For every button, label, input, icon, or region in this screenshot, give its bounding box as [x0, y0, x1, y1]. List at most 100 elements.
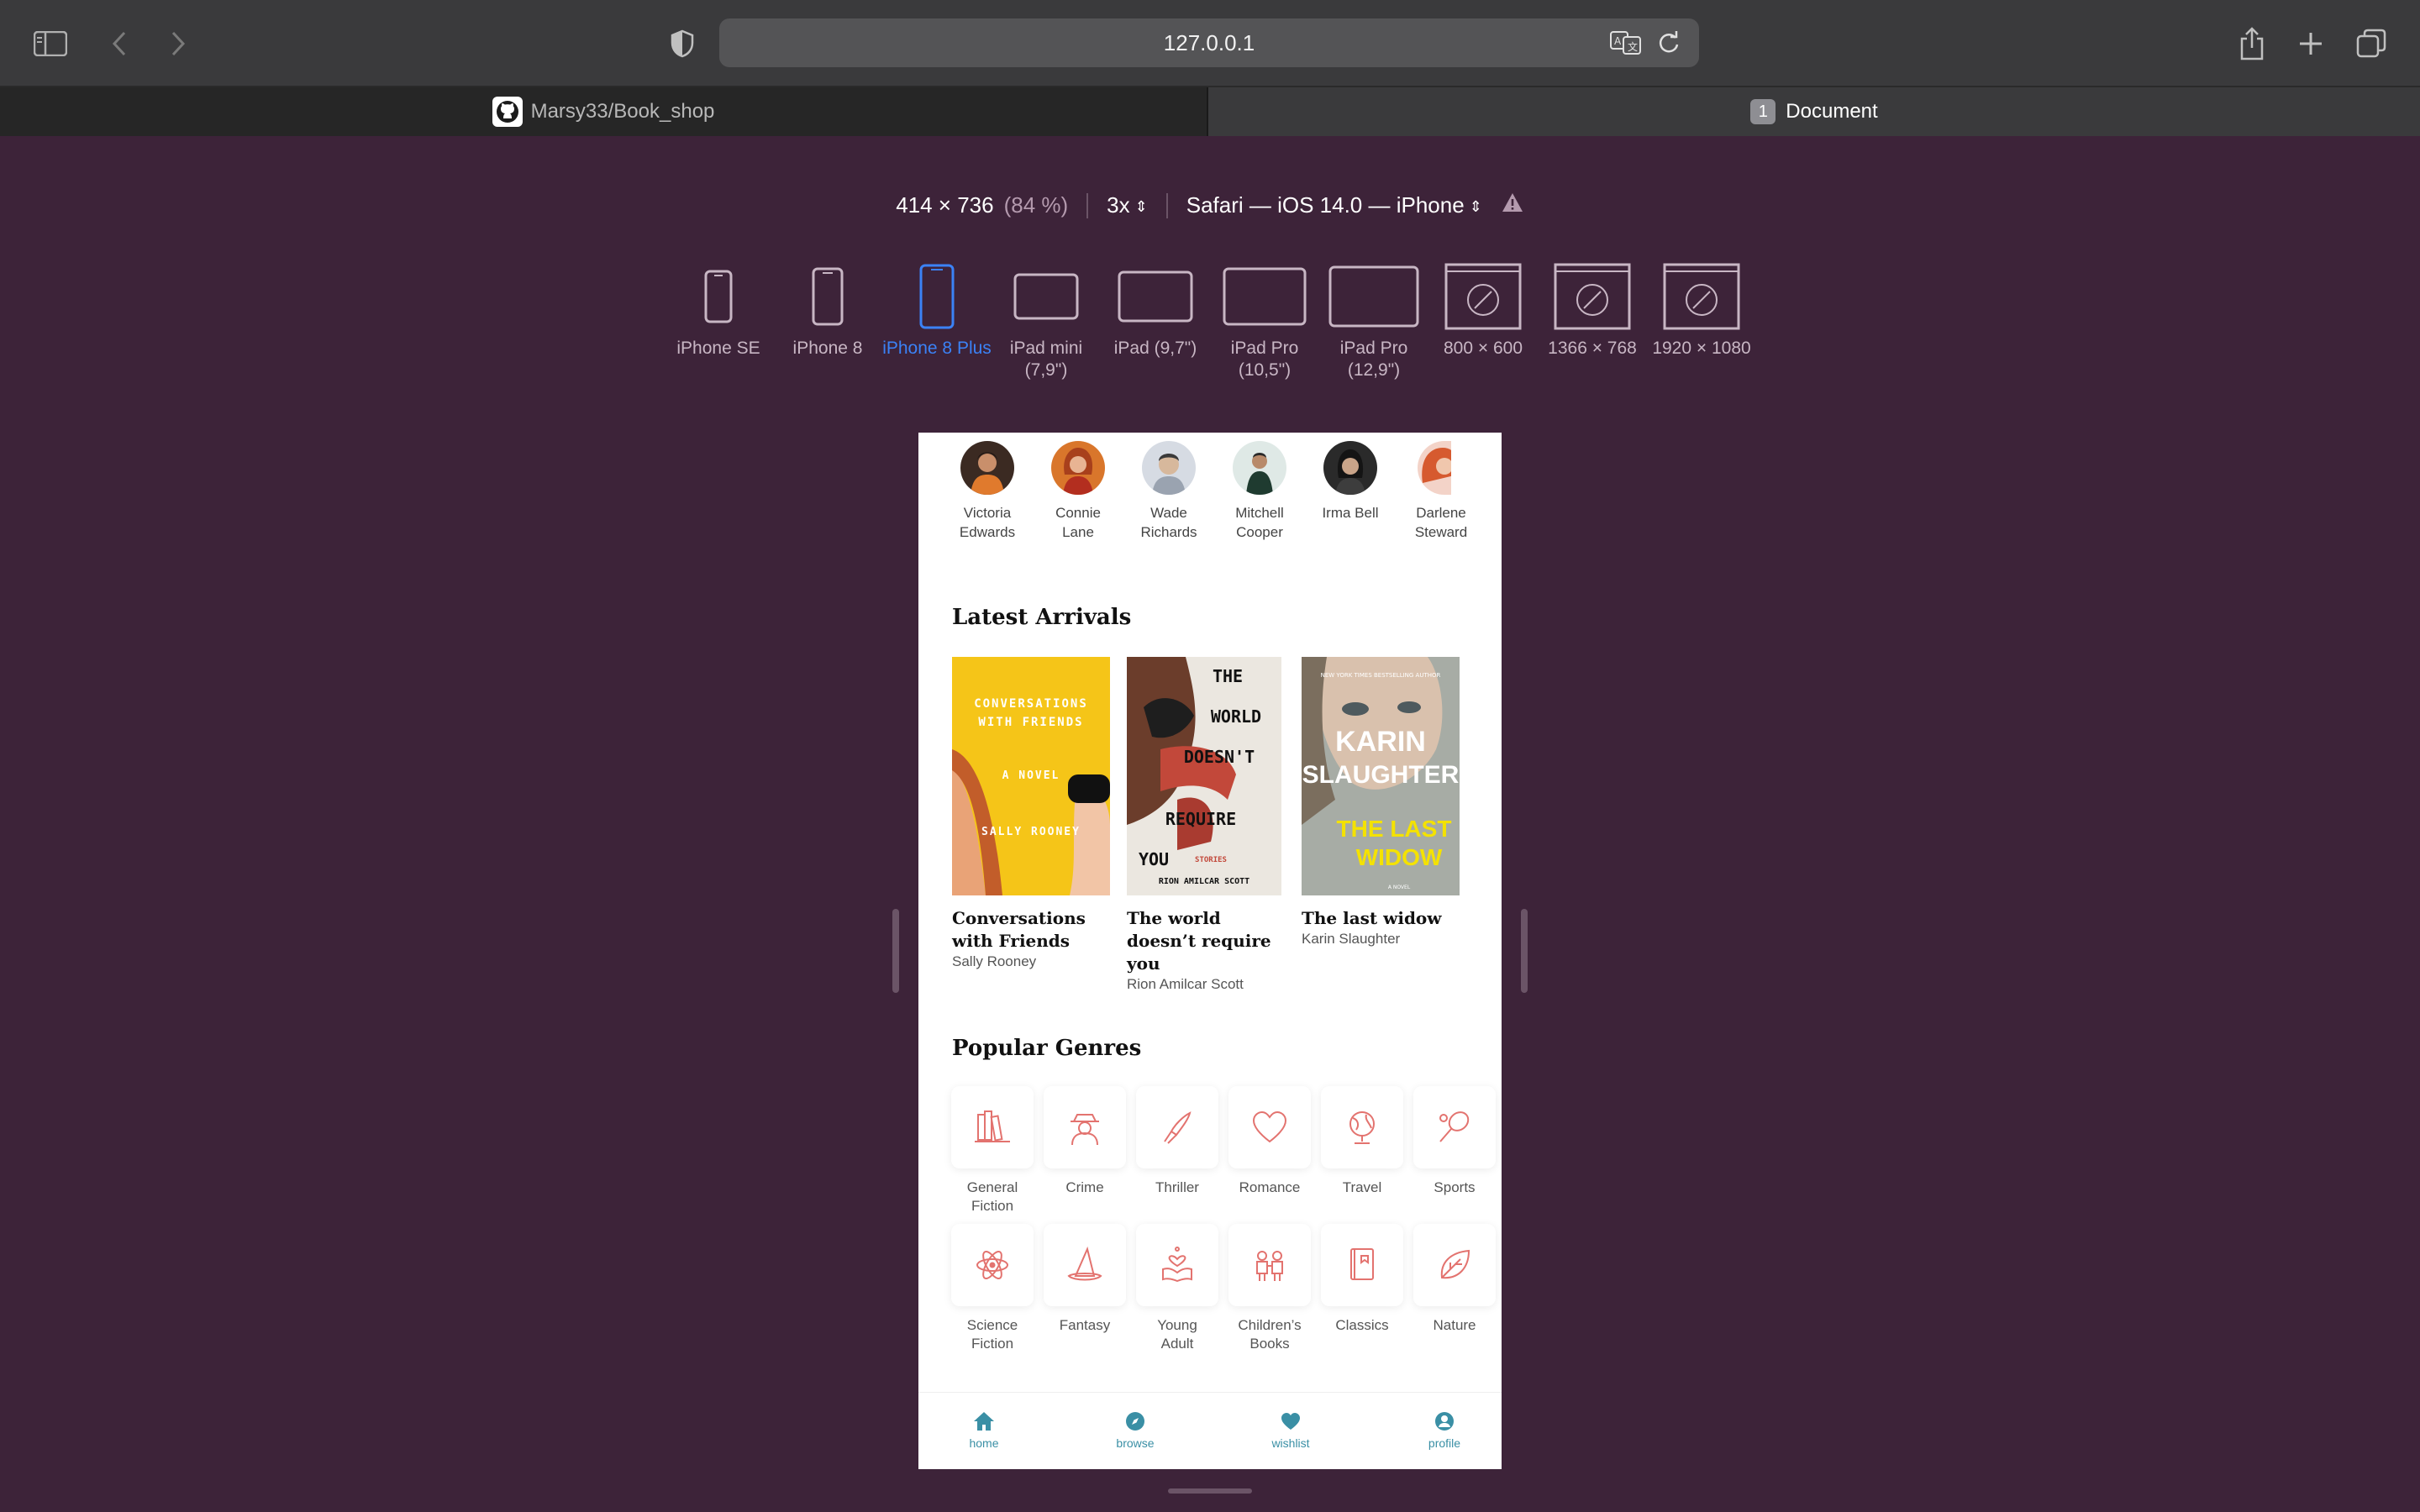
author-name: Wade Richards: [1140, 505, 1197, 540]
zoom-level: (84 %): [1003, 192, 1069, 218]
address-bar[interactable]: 127.0.0.1 A文: [719, 18, 1699, 67]
browser-window-icon: [1428, 262, 1538, 331]
browser-window-icon: [1647, 262, 1756, 331]
avatar: [1051, 441, 1105, 495]
author-item[interactable]: Irma Bell: [1305, 441, 1396, 542]
atom-icon: [951, 1224, 1034, 1306]
device-ipad-mini[interactable]: iPad mini (7,9"): [992, 262, 1101, 381]
tab-overview-icon[interactable]: [2353, 25, 2390, 62]
tablet-icon: [1101, 262, 1210, 331]
tab-badge: 1: [1750, 99, 1776, 124]
book-icon: [1321, 1224, 1403, 1306]
privacy-shield-icon[interactable]: [664, 25, 701, 62]
svg-text:A NOVEL: A NOVEL: [1388, 885, 1411, 890]
svg-text:CONVERSATIONS: CONVERSATIONS: [974, 697, 1088, 711]
book-author: Sally Rooney: [952, 953, 1037, 969]
reader-icon: [1136, 1224, 1218, 1306]
resize-handle-bottom[interactable]: [1168, 1488, 1252, 1494]
genre-travel[interactable]: Travel: [1320, 1086, 1404, 1197]
book-card[interactable]: CONVERSATIONS WITH FRIENDS A NOVEL SALLY…: [952, 657, 1110, 971]
svg-text:RION AMILCAR SCOTT: RION AMILCAR SCOTT: [1159, 877, 1249, 886]
viewport-dimensions[interactable]: 414 × 736: [896, 192, 993, 218]
authors-row: Victoria Edwards Connie Lane Wade Richar…: [942, 441, 1502, 542]
nav-wishlist[interactable]: wishlist: [1249, 1410, 1333, 1450]
svg-text:KARIN: KARIN: [1335, 726, 1426, 758]
author-item[interactable]: Darlene Steward: [1396, 441, 1486, 542]
device-1920x1080[interactable]: 1920 × 1080: [1647, 262, 1756, 360]
author-item[interactable]: Mitchell Cooper: [1214, 441, 1305, 542]
tablet-icon: [992, 262, 1101, 331]
new-tab-icon[interactable]: [2292, 25, 2329, 62]
genre-fantasy[interactable]: Fantasy: [1043, 1224, 1127, 1335]
genre-sports[interactable]: Sports: [1413, 1086, 1497, 1197]
genre-science-fiction[interactable]: Science Fiction: [950, 1224, 1034, 1353]
device-iphone-se[interactable]: iPhone SE: [664, 262, 773, 360]
genre-nature[interactable]: Nature: [1413, 1224, 1497, 1335]
book-card[interactable]: NEW YORK TIMES BESTSELLING AUTHOR KARIN …: [1302, 657, 1460, 948]
book-title: The last widow: [1302, 908, 1442, 928]
book-card[interactable]: THE WORLD DOESN'T REQUIRE YOU STORIES RI…: [1127, 657, 1285, 994]
genre-classics[interactable]: Classics: [1320, 1224, 1404, 1335]
author-name: Victoria Edwards: [959, 505, 1016, 540]
divider: [1165, 192, 1168, 218]
book-title: The world doesn’t require you: [1127, 908, 1271, 974]
device-800x600[interactable]: 800 × 600: [1428, 262, 1538, 360]
genre-childrens-books[interactable]: Children’s Books: [1228, 1224, 1312, 1353]
author-item[interactable]: Connie Lane: [1033, 441, 1123, 542]
globe-icon: [1321, 1086, 1403, 1168]
browser-toolbar: 127.0.0.1 A文: [0, 0, 2420, 87]
translate-icon[interactable]: A文: [1610, 30, 1642, 60]
phone-icon: [773, 262, 882, 331]
pixel-ratio-select[interactable]: 3x ⇕: [1107, 192, 1148, 218]
book-cover: CONVERSATIONS WITH FRIENDS A NOVEL SALLY…: [952, 657, 1110, 895]
svg-text:A NOVEL: A NOVEL: [1002, 769, 1060, 782]
author-name: Irma Bell: [1322, 505, 1379, 521]
phone-icon: [882, 262, 992, 331]
wizard-hat-icon: [1044, 1224, 1126, 1306]
svg-text:文: 文: [1628, 40, 1638, 53]
author-name: Connie Lane: [1055, 505, 1101, 540]
svg-text:THE LAST: THE LAST: [1337, 816, 1452, 842]
svg-text:THE: THE: [1213, 666, 1243, 686]
nav-home[interactable]: home: [942, 1410, 1026, 1450]
genre-thriller[interactable]: Thriller: [1135, 1086, 1219, 1197]
knife-icon: [1136, 1086, 1218, 1168]
device-ipad-pro-12[interactable]: iPad Pro (12,9"): [1319, 262, 1428, 381]
svg-text:STORIES: STORIES: [1195, 856, 1227, 864]
device-1366x768[interactable]: 1366 × 768: [1538, 262, 1647, 360]
device-iphone-8[interactable]: iPhone 8: [773, 262, 882, 360]
device-iphone-8-plus[interactable]: iPhone 8 Plus: [882, 262, 992, 360]
reload-icon[interactable]: [1657, 30, 1681, 60]
github-icon: [492, 97, 523, 127]
popular-genres-title: Popular Genres: [952, 1036, 1142, 1061]
genre-general-fiction[interactable]: General Fiction: [950, 1086, 1034, 1215]
device-ipad-pro-10[interactable]: iPad Pro (10,5"): [1210, 262, 1319, 381]
nav-browse[interactable]: browse: [1093, 1410, 1177, 1450]
resize-handle-left[interactable]: [892, 909, 899, 993]
author-item[interactable]: Victoria Edwards: [942, 441, 1033, 542]
share-icon[interactable]: [2233, 25, 2270, 62]
svg-text:REQUIRE: REQUIRE: [1165, 809, 1236, 829]
sidebar-icon[interactable]: [32, 25, 69, 62]
genre-crime[interactable]: Crime: [1043, 1086, 1127, 1197]
chevron-updown-icon: ⇕: [1134, 197, 1148, 215]
resize-handle-right[interactable]: [1521, 909, 1528, 993]
nav-profile[interactable]: profile: [1402, 1410, 1486, 1450]
user-agent-select[interactable]: Safari — iOS 14.0 — iPhone ⇕: [1186, 192, 1482, 218]
author-item[interactable]: Wade Richards: [1123, 441, 1214, 542]
book-title: Conversations with Friends: [952, 908, 1086, 951]
warning-icon[interactable]: [1501, 192, 1524, 219]
genre-romance[interactable]: Romance: [1228, 1086, 1312, 1197]
genre-young-adult[interactable]: Young Adult: [1135, 1224, 1219, 1353]
device-ipad[interactable]: iPad (9,7"): [1101, 262, 1210, 360]
tab-document[interactable]: 1 Document: [1208, 87, 2420, 136]
back-icon[interactable]: [101, 25, 138, 62]
children-icon: [1228, 1224, 1311, 1306]
responsive-design-info: 414 × 736 (84 %) 3x ⇕ Safari — iOS 14.0 —…: [0, 192, 2420, 219]
svg-text:WIDOW: WIDOW: [1356, 844, 1443, 870]
author-name: Darlene Steward: [1414, 505, 1468, 540]
tab-github[interactable]: Marsy33/Book_shop: [0, 87, 1208, 136]
book-cover: THE WORLD DOESN'T REQUIRE YOU STORIES RI…: [1127, 657, 1281, 895]
forward-icon[interactable]: [160, 25, 197, 62]
book-cover: NEW YORK TIMES BESTSELLING AUTHOR KARIN …: [1302, 657, 1460, 895]
